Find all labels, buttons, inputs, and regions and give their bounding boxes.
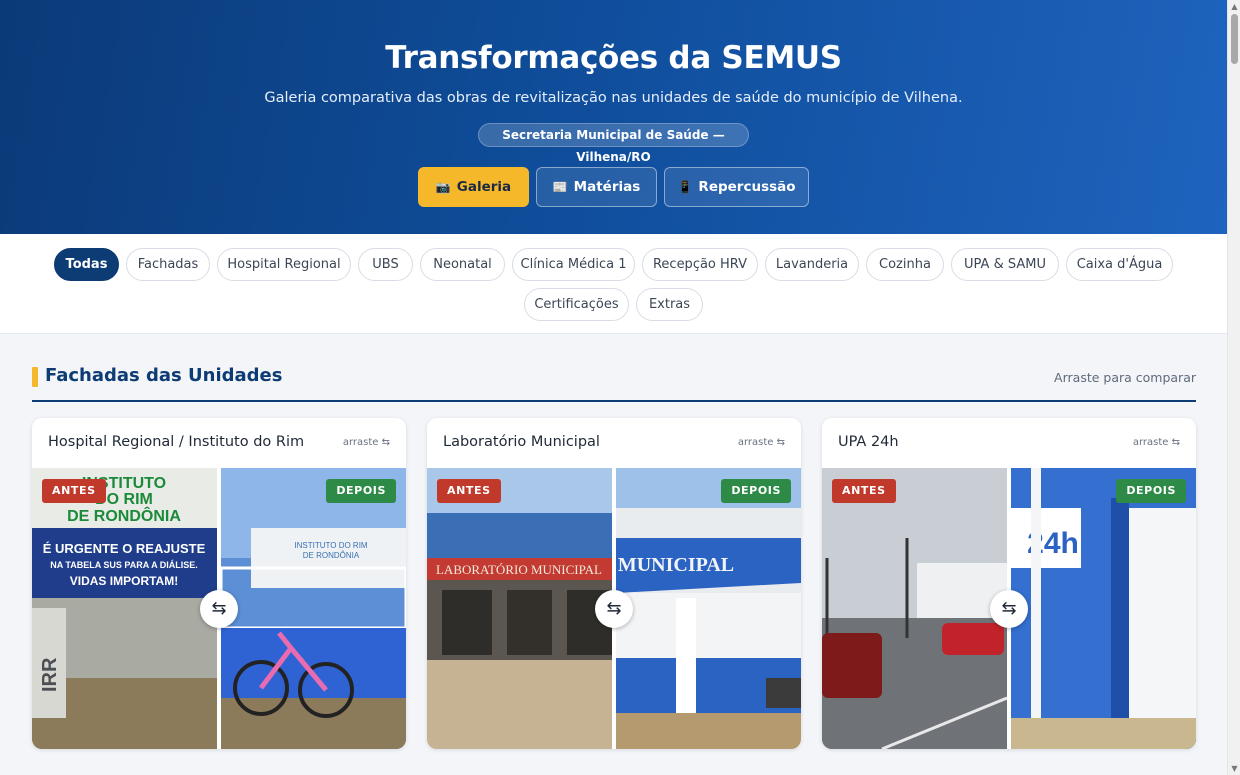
filter-chip-extras[interactable]: Extras xyxy=(636,288,703,321)
drag-hint: arraste ⇆ xyxy=(1132,437,1180,448)
before-photo: INSTITUTO DO RIM DE RONDÔNIA É URGENTE O… xyxy=(32,468,217,749)
lab-sign-before: LABORATÓRIO MUNICIPAL xyxy=(436,562,602,577)
after-sign-line-2: DE RONDÔNIA xyxy=(303,551,360,560)
slider-handle[interactable]: ⇆ xyxy=(595,590,633,628)
after-photo: MUNICIPAL xyxy=(616,468,801,749)
card-title: Laboratório Municipal xyxy=(443,434,600,450)
section-title: Fachadas das Unidades xyxy=(45,365,283,386)
secretaria-badge: Secretaria Municipal de Saúde — Vilhena/… xyxy=(478,123,749,164)
scroll-down-arrow-icon[interactable]: ▼ xyxy=(1230,764,1239,773)
drag-hint: arraste ⇆ xyxy=(342,437,390,448)
filter-chip-caixa-dagua[interactable]: Caixa d'Água xyxy=(1066,248,1173,281)
tab-galeria[interactable]: 📷 Galeria xyxy=(418,167,529,207)
after-tag: DEPOIS xyxy=(326,479,396,503)
filter-chip-todas[interactable]: Todas xyxy=(54,248,119,281)
mobile-icon: 📱 xyxy=(677,180,693,194)
filter-chip-clinica-medica[interactable]: Clínica Médica 1 xyxy=(512,248,635,281)
section-hint: Arraste para comparar xyxy=(1054,370,1196,385)
filter-chip-cozinha[interactable]: Cozinha xyxy=(866,248,944,281)
filter-chip-hospital-regional[interactable]: Hospital Regional xyxy=(217,248,351,281)
before-tag: ANTES xyxy=(832,479,896,503)
filter-chip-ubs[interactable]: UBS xyxy=(358,248,413,281)
after-photo: 24h xyxy=(1011,468,1196,749)
institute-sign-line-3: DE RONDÔNIA xyxy=(67,506,181,525)
before-photo: LABORATÓRIO MUNICIPAL xyxy=(427,468,612,749)
section-accent-bar xyxy=(32,367,38,387)
page-title: Transformações da SEMUS xyxy=(385,40,842,76)
drag-hint: arraste ⇆ xyxy=(737,437,785,448)
before-after-slider[interactable]: INSTITUTO DO RIM DE RONDÔNIA É URGENTE O… xyxy=(32,468,406,749)
svg-text:IRR: IRR xyxy=(39,657,61,692)
card-title: Hospital Regional / Instituto do Rim xyxy=(48,434,305,450)
scroll-up-arrow-icon[interactable]: ▲ xyxy=(1230,2,1239,11)
tab-materias[interactable]: 📰 Matérias xyxy=(536,167,657,207)
filter-chip-recepcao-hrv[interactable]: Recepção HRV xyxy=(642,248,758,281)
after-tag: DEPOIS xyxy=(721,479,791,503)
slider-handle[interactable]: ⇆ xyxy=(990,590,1028,628)
tab-repercussao-label: Repercussão xyxy=(698,179,796,195)
tab-repercussao[interactable]: 📱 Repercussão xyxy=(664,167,809,207)
page-subtitle: Galeria comparativa das obras de revital… xyxy=(264,90,963,106)
comparison-card: Hospital Regional / Instituto do Rim arr… xyxy=(32,418,406,749)
camera-icon: 📷 xyxy=(435,180,451,194)
section-header: Fachadas das Unidades Arraste para compa… xyxy=(32,362,1196,402)
after-tag: DEPOIS xyxy=(1116,479,1186,503)
protest-banner-line-2: NA TABELA SUS PARA A DIÁLISE. xyxy=(50,560,198,570)
before-after-slider[interactable]: 24h ANTES DEPOIS ⇆ xyxy=(822,468,1196,749)
lab-sign-after: MUNICIPAL xyxy=(618,554,734,576)
comparison-card: UPA 24h arraste ⇆ 24h ANTES DEPOIS ⇆ xyxy=(822,418,1196,749)
tab-galeria-label: Galeria xyxy=(456,179,512,195)
before-after-slider[interactable]: LABORATÓRIO MUNICIPAL MUNICIPAL ANTES DE… xyxy=(427,468,801,749)
before-tag: ANTES xyxy=(42,479,106,503)
filter-chip-fachadas[interactable]: Fachadas xyxy=(126,248,210,281)
protest-banner-line-3: VIDAS IMPORTAM! xyxy=(70,574,178,588)
card-title: UPA 24h xyxy=(838,434,899,450)
filter-bar: Todas Fachadas Hospital Regional UBS Neo… xyxy=(0,234,1227,334)
comparison-card: Laboratório Municipal arraste ⇆ LABORATÓ… xyxy=(427,418,801,749)
filter-chip-lavanderia[interactable]: Lavanderia xyxy=(765,248,859,281)
after-sign-line-1: INSTITUTO DO RIM xyxy=(294,541,368,550)
page-scrollbar[interactable]: ▲ ▼ xyxy=(1227,0,1240,775)
tab-materias-label: Matérias xyxy=(573,179,641,195)
before-photo xyxy=(822,468,1007,749)
after-photo: INSTITUTO DO RIM DE RONDÔNIA xyxy=(221,468,406,749)
filter-chip-neonatal[interactable]: Neonatal xyxy=(420,248,505,281)
slider-handle[interactable]: ⇆ xyxy=(200,590,238,628)
newspaper-icon: 📰 xyxy=(552,180,568,194)
filter-chip-upa-samu[interactable]: UPA & SAMU xyxy=(951,248,1059,281)
main-tabs: 📷 Galeria 📰 Matérias 📱 Repercussão xyxy=(0,167,1227,207)
hero-header: Transformações da SEMUS Galeria comparat… xyxy=(0,0,1227,234)
scrollbar-thumb[interactable] xyxy=(1231,14,1238,64)
filter-chip-certificacoes[interactable]: Certificações xyxy=(524,288,629,321)
before-tag: ANTES xyxy=(437,479,501,503)
protest-banner-line-1: É URGENTE O REAJUSTE xyxy=(43,541,206,556)
